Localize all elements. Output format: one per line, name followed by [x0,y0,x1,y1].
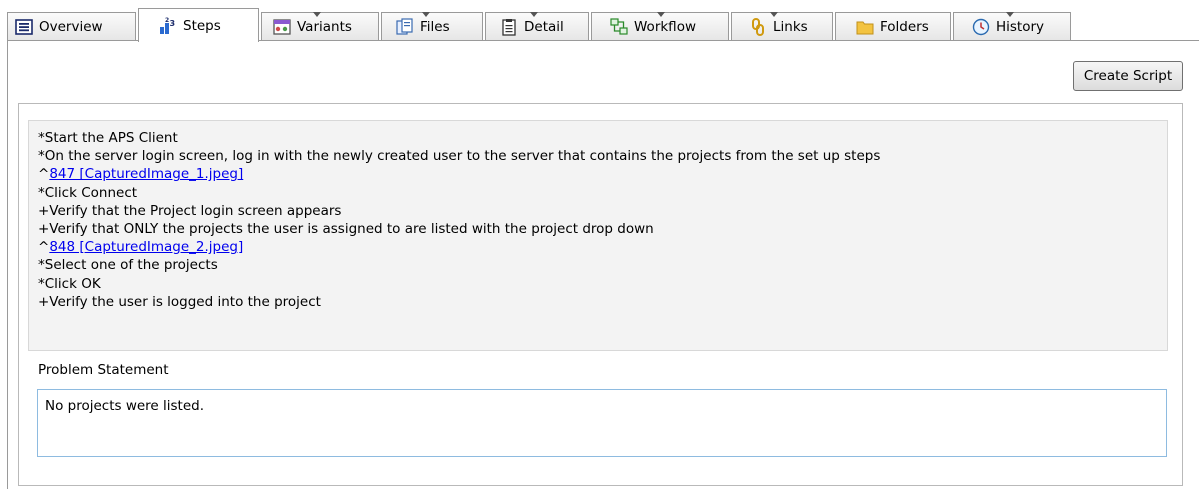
captured-image-2-link[interactable]: 848 [CapturedImage_2.jpeg] [49,239,243,255]
tab-folders-label: Folders [880,18,929,35]
tab-variants[interactable]: Variants [261,12,379,40]
step-line: *On the server login screen, log in with… [38,148,881,165]
detail-icon [502,18,516,36]
svg-text:3: 3 [170,19,176,28]
step-line-with-link: ^848 [CapturedImage_2.jpeg] [38,238,1167,256]
tab-steps-label: Steps [183,17,221,34]
steps-icon: 3 2 [160,17,176,34]
svg-text:2: 2 [165,17,169,24]
tab-detail-label: Detail [524,18,564,35]
dropdown-caret-icon [530,12,538,17]
problem-statement-field[interactable]: No projects were listed. [37,389,1167,457]
step-line: +Verify that ONLY the projects the user … [38,220,654,237]
tab-folders[interactable]: Folders [835,12,951,40]
tab-steps[interactable]: 3 2 Steps [138,8,259,42]
dropdown-caret-icon [313,12,321,17]
files-icon [396,17,413,35]
link-prefix: ^ [38,239,50,256]
step-line: *Start the APS Client [38,130,178,146]
step-line: +Verify that the Project login screen ap… [38,202,342,219]
captured-image-1-link[interactable]: 847 [CapturedImage_1.jpeg] [49,166,243,182]
tab-detail[interactable]: Detail [485,12,589,40]
create-script-button[interactable]: Create Script [1073,61,1183,91]
step-line: *Click OK [38,275,101,292]
history-icon [972,18,990,35]
problem-statement-label: Problem Statement [38,362,169,378]
folder-icon [856,21,874,34]
dropdown-caret-icon [657,12,665,17]
tab-workflow[interactable]: Workflow [591,12,729,40]
tab-links[interactable]: Links [731,12,833,40]
links-icon [752,17,764,36]
dropdown-caret-icon [770,12,778,17]
tab-links-label: Links [773,18,808,35]
tab-history-label: History [996,18,1045,35]
step-line-with-link: ^847 [CapturedImage_1.jpeg] [38,165,1167,183]
tab-overview-label: Overview [39,18,103,35]
tab-workflow-label: Workflow [634,18,696,35]
tab-bar: Overview 3 2 Steps Variants Files Detail… [7,8,1199,42]
tab-variants-label: Variants [297,18,352,35]
tab-files[interactable]: Files [381,12,483,40]
overview-icon [15,18,33,35]
workflow-icon [610,17,628,35]
step-line: +Verify the user is logged into the proj… [38,293,321,310]
steps-text-area[interactable]: *Start the APS Client *On the server log… [28,120,1168,351]
step-line: *Select one of the projects [38,257,218,274]
link-prefix: ^ [38,166,50,183]
dropdown-caret-icon [1006,12,1014,17]
step-line: *Click Connect [38,184,138,201]
dropdown-caret-icon [422,12,430,17]
tab-history[interactable]: History [953,12,1071,40]
variants-icon [273,18,291,35]
tab-files-label: Files [420,18,450,35]
tab-overview[interactable]: Overview [7,12,136,40]
